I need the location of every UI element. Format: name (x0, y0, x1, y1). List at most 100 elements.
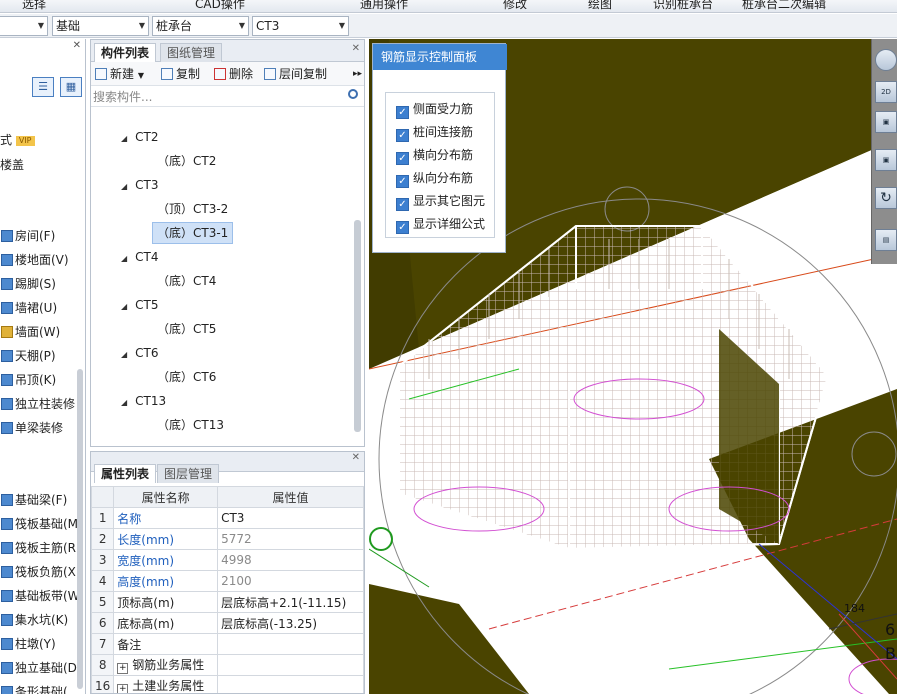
table-row[interactable]: 4 高度(mm) 2100 (91, 570, 364, 592)
tab-layer-management[interactable]: 图层管理 (157, 464, 220, 483)
table-row[interactable]: 3 宽度(mm) 4998 (91, 549, 364, 571)
tree-item-ct3-2[interactable]: （顶）CT3-2 (157, 198, 228, 220)
checkbox-side-rebar[interactable]: ✓ 侧面受力筋 (396, 100, 473, 119)
tree-group-ct4[interactable]: ◢ CT4 (121, 246, 159, 268)
more-icon[interactable]: ▸▸ (353, 65, 362, 83)
tree-group-ct2[interactable]: ◢ CT2 (121, 126, 159, 148)
prop-value[interactable]: 层底标高(-13.25) (217, 612, 364, 634)
tab-property-list[interactable]: 属性列表 (94, 464, 157, 483)
cube-dropdown-icon[interactable]: ▣ (875, 149, 897, 171)
left-scrollbar[interactable] (77, 369, 83, 689)
tree-item-ct6[interactable]: （底）CT6 (157, 366, 216, 388)
nav-item-strip-foundation[interactable]: 条形基础( (0, 682, 68, 694)
collapse-icon[interactable]: ◢ (121, 344, 127, 366)
table-row[interactable]: 5 顶标高(m) 层底标高+2.1(-11.15) (91, 591, 364, 613)
nav-item-isolated-foundation[interactable]: 独立基础(D (0, 658, 77, 678)
nav-item-dado[interactable]: 墙裙(U) (0, 298, 57, 318)
tree-group-ct3[interactable]: ◢ CT3 (121, 174, 159, 196)
rotate-icon[interactable]: ↻ (875, 187, 897, 209)
close-icon[interactable]: ✕ (352, 43, 360, 54)
cube-view-icon[interactable]: ▣ (875, 111, 897, 133)
prop-value[interactable]: 4998 (217, 549, 364, 571)
tree-item-ct3-1-selected[interactable]: （底）CT3-1 (152, 222, 234, 244)
menu-general[interactable]: 通用操作 (360, 0, 408, 12)
nav-item-column-pier[interactable]: 柱墩(Y) (0, 634, 56, 654)
render-sphere-icon[interactable] (875, 49, 897, 71)
nav-item-raft-foundation[interactable]: 筏板基础(M (0, 514, 78, 534)
collapse-icon[interactable]: ◢ (121, 392, 127, 414)
new-button[interactable]: 新建 ▼ (95, 65, 144, 83)
close-icon[interactable]: ✕ (73, 40, 81, 51)
table-row[interactable]: 16 + 土建业务属性 (91, 675, 364, 693)
view-2d-button[interactable]: 2D (875, 81, 897, 103)
menu-modify[interactable]: 修改 (503, 0, 527, 12)
prop-value[interactable] (217, 633, 364, 655)
checkbox-pile-connection-rebar[interactable]: ✓ 桩间连接筋 (396, 123, 473, 142)
floor-select[interactable]: ▼ (0, 16, 48, 36)
tree-group-ct13[interactable]: ◢ CT13 (121, 390, 166, 412)
nav-item-raft-negative-rebar[interactable]: 筏板负筋(X (0, 562, 76, 582)
nav-item-foundation-strip[interactable]: 基础板带(W (0, 586, 80, 606)
collapse-icon[interactable]: ◢ (121, 176, 127, 198)
prop-name[interactable]: + 土建业务属性 (113, 675, 219, 693)
grid-view-icon[interactable]: ▦ (60, 77, 82, 97)
checkbox-transverse-rebar[interactable]: ✓ 横向分布筋 (396, 146, 473, 165)
checkbox-show-other-elements[interactable]: ✓ 显示其它图元 (396, 192, 485, 211)
menu-pilecap-edit[interactable]: 桩承台二次编辑 (742, 0, 826, 12)
nav-item-skirting[interactable]: 踢脚(S) (0, 274, 56, 294)
collapse-icon[interactable]: ◢ (121, 248, 127, 270)
tree-scrollbar[interactable] (354, 220, 361, 432)
floor-copy-button[interactable]: 层间复制 (264, 65, 327, 83)
nav-item-ceiling[interactable]: 天棚(P) (0, 346, 56, 366)
table-row[interactable]: 1 名称 CT3 (91, 507, 364, 529)
checkbox-show-formula[interactable]: ✓ 显示详细公式 (396, 215, 485, 234)
prop-value[interactable]: 层底标高+2.1(-11.15) (217, 591, 364, 613)
tree-item-ct2[interactable]: （底）CT2 (157, 150, 216, 172)
delete-button[interactable]: 删除 (214, 65, 253, 83)
collapse-icon[interactable]: ◢ (121, 296, 127, 318)
close-icon[interactable]: ✕ (352, 452, 360, 463)
menu-select[interactable]: 选择 (22, 0, 46, 12)
nav-item-suspended-ceiling[interactable]: 吊顶(K) (0, 370, 56, 390)
nav-item-raft-main-rebar[interactable]: 筏板主筋(R (0, 538, 76, 558)
table-row[interactable]: 8 + 钢筋业务属性 (91, 654, 364, 676)
category-select[interactable]: 基础 ▼ (52, 16, 149, 36)
nav-item-column-decoration[interactable]: 独立柱装修 (0, 394, 75, 414)
expand-icon[interactable]: + (117, 684, 129, 693)
prop-value[interactable]: 5772 (217, 528, 364, 550)
menu-recognize-pilecap[interactable]: 识别桩承台 (653, 0, 713, 12)
tree-item-ct5[interactable]: （底）CT5 (157, 318, 216, 340)
expand-icon[interactable]: + (117, 663, 129, 674)
menu-draw[interactable]: 绘图 (588, 0, 612, 12)
nav-item-wall-surface[interactable]: 墙面(W) (0, 322, 60, 342)
list-view-icon[interactable]: ☰ (32, 77, 54, 97)
prop-value[interactable]: 2100 (217, 570, 364, 592)
nav-item-foundation-beam[interactable]: 基础梁(F) (0, 490, 67, 510)
component-select[interactable]: CT3 ▼ (252, 16, 349, 36)
nav-item-vip[interactable]: 式 VIP (0, 130, 35, 150)
tab-drawing-management[interactable]: 图纸管理 (160, 43, 223, 62)
tree-group-ct6[interactable]: ◢ CT6 (121, 342, 159, 364)
search-icon[interactable] (348, 89, 358, 99)
collapse-icon[interactable]: ◢ (121, 128, 127, 150)
menu-cad[interactable]: CAD操作 (195, 0, 245, 12)
search-input[interactable] (93, 88, 343, 105)
table-row[interactable]: 6 底标高(m) 层底标高(-13.25) (91, 612, 364, 634)
copy-button[interactable]: 复制 (161, 65, 200, 83)
nav-item-floor-cover[interactable]: 楼盖 (0, 155, 24, 175)
layers-icon[interactable]: ▤ (875, 229, 897, 251)
table-row[interactable]: 2 长度(mm) 5772 (91, 528, 364, 550)
nav-item-floor-surface[interactable]: 楼地面(V) (0, 250, 69, 270)
tab-component-list[interactable]: 构件列表 (94, 43, 157, 62)
tree-item-ct13[interactable]: （底）CT13 (157, 414, 224, 436)
tree-item-ct4[interactable]: （底）CT4 (157, 270, 216, 292)
prop-name[interactable]: + 钢筋业务属性 (113, 654, 219, 676)
table-row[interactable]: 7 备注 (91, 633, 364, 655)
checkbox-longitudinal-rebar[interactable]: ✓ 纵向分布筋 (396, 169, 473, 188)
nav-item-sump[interactable]: 集水坑(K) (0, 610, 68, 630)
nav-item-room[interactable]: 房间(F) (0, 226, 55, 246)
prop-value[interactable]: CT3 (217, 507, 364, 529)
type-select[interactable]: 桩承台 ▼ (152, 16, 249, 36)
nav-item-beam-decoration[interactable]: 单梁装修 (0, 418, 63, 438)
tree-group-ct5[interactable]: ◢ CT5 (121, 294, 159, 316)
